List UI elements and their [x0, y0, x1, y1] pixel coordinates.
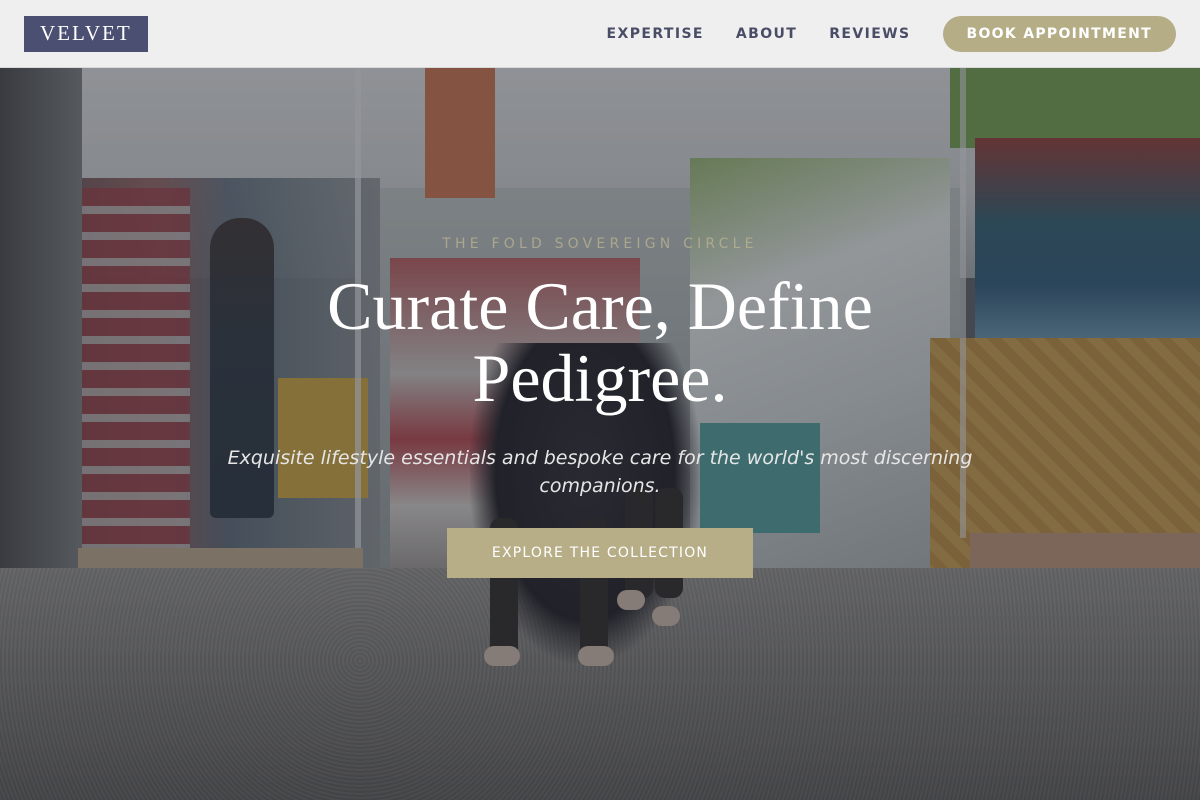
nav-link-reviews[interactable]: REVIEWS [829, 26, 910, 42]
logo[interactable]: VELVET [24, 15, 148, 52]
hero-subhead: Exquisite lifestyle essentials and bespo… [227, 447, 973, 497]
explore-collection-button[interactable]: EXPLORE THE COLLECTION [447, 528, 753, 578]
hero-section: THE FOLD SOVEREIGN CIRCLE Curate Care, D… [0, 68, 1200, 800]
hero-content: THE FOLD SOVEREIGN CIRCLE Curate Care, D… [0, 236, 1200, 578]
book-appointment-button[interactable]: BOOK APPOINTMENT [942, 15, 1176, 52]
nav-link-expertise[interactable]: EXPERTISE [607, 26, 704, 42]
main-nav: EXPERTISE ABOUT REVIEWS BOOK APPOINTMENT [607, 15, 1176, 52]
hero-eyebrow: THE FOLD SOVEREIGN CIRCLE [442, 236, 758, 252]
site-header: VELVET EXPERTISE ABOUT REVIEWS BOOK APPO… [0, 0, 1200, 68]
hero-headline: Curate Care, Define Pedigree. [327, 268, 873, 416]
nav-link-about[interactable]: ABOUT [736, 26, 797, 42]
